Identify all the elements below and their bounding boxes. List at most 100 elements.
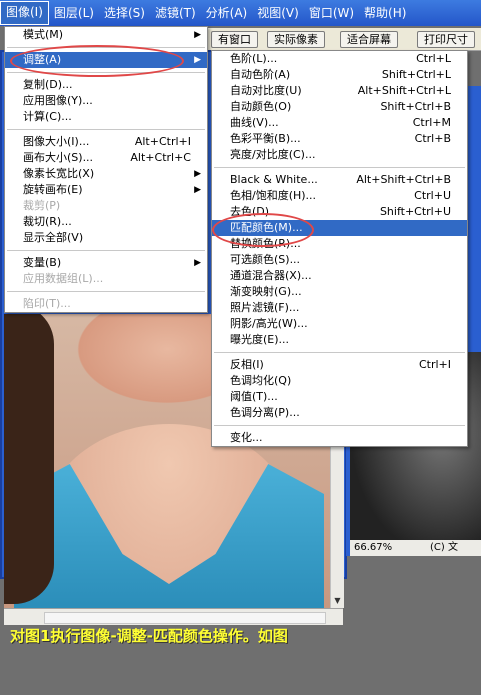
adjust-menu-item-shortcut: Ctrl+I [418, 358, 451, 371]
image-menu-item-label: 应用数据组(L)... [23, 272, 104, 285]
menu-help[interactable]: 帮助(H) [359, 2, 411, 24]
submenu-arrow-icon: ▶ [194, 169, 201, 179]
image-menu-item[interactable]: 旋转画布(E) ▶ [5, 182, 207, 198]
adjust-menu-item[interactable]: 变化... [212, 430, 467, 446]
adjust-menu-item-label: 曲线(V)... [230, 116, 279, 129]
image-menu-item-label: 像素长宽比(X) [23, 167, 95, 180]
adjust-menu-item[interactable]: 亮度/对比度(C)... [212, 147, 467, 163]
fit-screen-button[interactable]: 适合屏幕 [340, 31, 398, 48]
adjust-menu-item[interactable]: 渐变映射(G)... [212, 284, 467, 300]
image-menu-item-label: 画布大小(S)... [23, 151, 94, 164]
adjust-menu-item-label: 色调均化(Q) [230, 374, 292, 387]
menu-separator [7, 250, 205, 251]
image-menu-item[interactable]: 变量(B) ▶ [5, 255, 207, 271]
menu-layer[interactable]: 图层(L) [49, 2, 99, 24]
menu-window[interactable]: 窗口(W) [304, 2, 359, 24]
adjust-menu-item[interactable]: 照片滤镜(F)... [212, 300, 467, 316]
menu-image[interactable]: 图像(I) [0, 1, 49, 25]
zoom-level[interactable]: 66.67% [354, 540, 392, 556]
adjust-menu-item[interactable]: 反相(I) Ctrl+I [212, 357, 467, 373]
menu-separator [7, 129, 205, 130]
image-menu-item-label: 显示全部(V) [23, 231, 84, 244]
menu-view[interactable]: 视图(V) [252, 2, 304, 24]
adjust-menu-item-label: 亮度/对比度(C)... [230, 148, 316, 161]
menu-separator [214, 425, 465, 426]
menu-separator [214, 167, 465, 168]
image-menu-item[interactable]: 像素长宽比(X) ▶ [5, 166, 207, 182]
submenu-arrow-icon: ▶ [194, 30, 201, 40]
submenu-arrow-icon: ▶ [194, 258, 201, 268]
caption-text: 对图1执行图像-调整-匹配颜色操作。如图 [10, 627, 288, 645]
adjust-menu-item[interactable]: 色彩平衡(B)... Ctrl+B [212, 131, 467, 147]
adjust-menu-item-shortcut: Ctrl+L [416, 52, 451, 65]
image-menu-item[interactable]: 复制(D)... [5, 77, 207, 93]
adjust-menu-item[interactable]: 自动对比度(U) Alt+Shift+Ctrl+L [212, 83, 467, 99]
adjust-menu-item-label: 阈值(T)... [230, 390, 278, 403]
second-statusbar: 66.67% (C) 文 [350, 540, 481, 556]
adjust-menu-item-shortcut: Shift+Ctrl+U [379, 205, 451, 218]
image-menu-item-label: 变量(B) [23, 256, 62, 269]
adjust-menu-item-label: Black & White... [230, 173, 318, 186]
adjust-submenu: 色阶(L)... Ctrl+L 自动色阶(A) Shift+Ctrl+L 自动对比度(U… [211, 50, 468, 447]
adjust-menu-item[interactable]: 曝光度(E)... [212, 332, 467, 348]
image-menu-item-label: 裁剪(P) [23, 199, 61, 212]
image-menu-item-label: 计算(C)... [23, 110, 72, 123]
adjust-menu-item-label: 自动色阶(A) [230, 68, 291, 81]
image-menu-item[interactable]: 显示全部(V) [5, 230, 207, 246]
image-menu-item-label: 旋转画布(E) [23, 183, 83, 196]
adjust-menu-item-label: 色相/饱和度(H)... [230, 189, 317, 202]
print-size-button[interactable]: 打印尺寸 [417, 31, 475, 48]
adjust-menu-item-shortcut: Ctrl+U [414, 189, 451, 202]
menu-filter[interactable]: 滤镜(T) [150, 2, 201, 24]
image-menu-item: 应用数据组(L)... [5, 271, 207, 287]
status-text: (C) 文 [430, 542, 458, 553]
adjust-menu-item[interactable]: 自动颜色(O) Shift+Ctrl+B [212, 99, 467, 115]
image-menu-item[interactable]: 计算(C)... [5, 109, 207, 125]
adjust-menu-item-shortcut: Shift+Ctrl+L [381, 68, 451, 81]
image-menu-item[interactable]: 裁切(R)... [5, 214, 207, 230]
adjust-menu-item-label: 照片滤镜(F)... [230, 301, 300, 314]
horizontal-scrollbar[interactable] [44, 612, 326, 624]
adjust-menu-item-label: 色调分离(P)... [230, 406, 300, 419]
image-menu-item[interactable]: 图像大小(I)... Alt+Ctrl+I [5, 134, 207, 150]
adjust-menu-item-label: 反相(I) [230, 358, 264, 371]
adjust-menu-item-label: 自动颜色(O) [230, 100, 292, 113]
adjust-menu-item-shortcut: Alt+Shift+Ctrl+B [356, 173, 451, 186]
image-menu-item-label: 图像大小(I)... [23, 135, 90, 148]
adjust-menu-item-label: 渐变映射(G)... [230, 285, 302, 298]
adjust-menu-item[interactable]: 自动色阶(A) Shift+Ctrl+L [212, 67, 467, 83]
adjust-menu-item[interactable]: Black & White... Alt+Shift+Ctrl+B [212, 172, 467, 188]
adjust-menu-item[interactable]: 通道混合器(X)... [212, 268, 467, 284]
image-menu-item[interactable]: 应用图像(Y)... [5, 93, 207, 109]
image-menu-item-label: 模式(M) [23, 28, 64, 41]
adjust-menu-item[interactable]: 可选颜色(S)... [212, 252, 467, 268]
scroll-down-icon[interactable]: ▼ [332, 595, 343, 606]
menu-separator [7, 291, 205, 292]
adjust-menu-item-label: 通道混合器(X)... [230, 269, 312, 282]
image-menu-item[interactable]: 画布大小(S)... Alt+Ctrl+C [5, 150, 207, 166]
image-menu-item[interactable]: 模式(M) ▶ [5, 27, 207, 43]
adjust-menu-item-label: 色彩平衡(B)... [230, 132, 301, 145]
image-menu-item-label: 应用图像(Y)... [23, 94, 93, 107]
actual-pixels-button[interactable]: 实际像素 [267, 31, 325, 48]
adjust-menu-item[interactable]: 色相/饱和度(H)... Ctrl+U [212, 188, 467, 204]
adjust-menu-item-label: 色阶(L)... [230, 52, 278, 65]
adjust-menu-item-shortcut: Shift+Ctrl+B [380, 100, 451, 113]
submenu-arrow-icon: ▶ [194, 185, 201, 195]
adjust-menu-item[interactable]: 色阶(L)... Ctrl+L [212, 51, 467, 67]
all-windows-button[interactable]: 有窗口 [211, 31, 258, 48]
adjust-menu-item[interactable]: 阈值(T)... [212, 389, 467, 405]
options-bar: 有窗口 实际像素 适合屏幕 打印尺寸 [205, 28, 481, 51]
adjust-menu-item[interactable]: 曲线(V)... Ctrl+M [212, 115, 467, 131]
submenu-arrow-icon: ▶ [194, 55, 201, 65]
adjust-menu-item-shortcut: Alt+Shift+Ctrl+L [357, 84, 451, 97]
adjust-menu-item-label: 自动对比度(U) [230, 84, 302, 97]
menu-analysis[interactable]: 分析(A) [201, 2, 253, 24]
adjust-menu-item[interactable]: 阴影/高光(W)... [212, 316, 467, 332]
adjust-menu-item[interactable]: 色调分离(P)... [212, 405, 467, 421]
menu-select[interactable]: 选择(S) [99, 2, 150, 24]
image-menu-item-label: 裁切(R)... [23, 215, 72, 228]
menu-separator [214, 352, 465, 353]
image-menu-item-shortcut: Alt+Ctrl+C [130, 151, 191, 164]
adjust-menu-item[interactable]: 色调均化(Q) [212, 373, 467, 389]
